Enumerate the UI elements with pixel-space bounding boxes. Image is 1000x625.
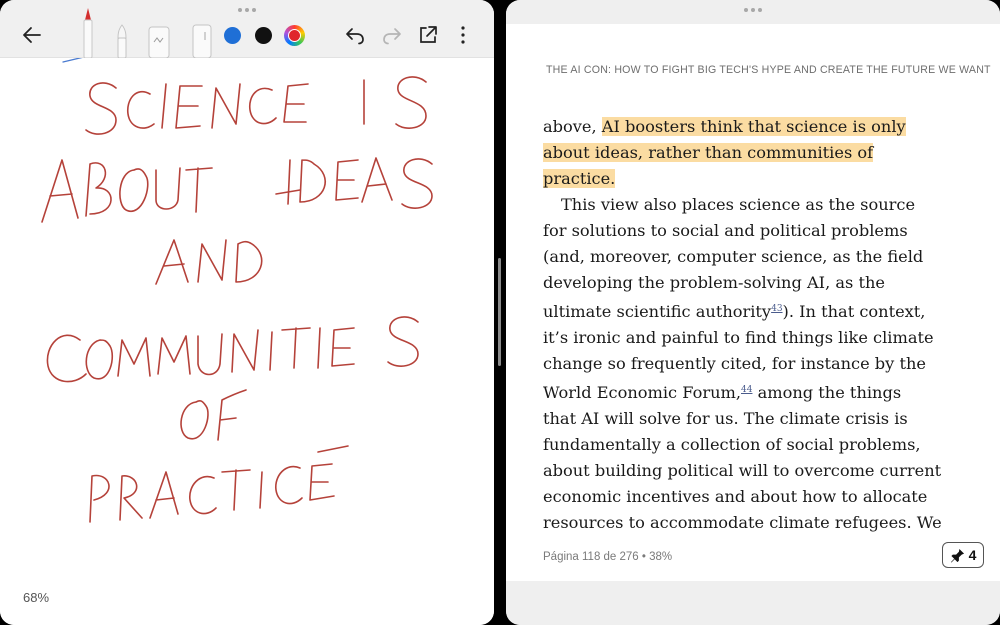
- highlighted-passage[interactable]: practice.: [543, 169, 616, 188]
- highlighted-passage[interactable]: AI boosters think that science is only: [601, 117, 906, 136]
- selected-color-red: [288, 29, 301, 42]
- handwriting-line-5: [180, 389, 247, 441]
- share-icon[interactable]: [413, 20, 443, 50]
- text-line: resources to accommodate climate refugee…: [543, 513, 942, 532]
- color-black-swatch[interactable]: [255, 27, 272, 44]
- handwriting-line-3: [155, 239, 263, 285]
- text-line: ultimate scientific authority43). In tha…: [543, 302, 926, 321]
- notes-toolbar: [0, 0, 494, 59]
- text-line: it’s ironic and painful to find things l…: [543, 328, 934, 347]
- footnote-link-44[interactable]: 44: [741, 385, 752, 395]
- footnote-link-43[interactable]: 43: [771, 304, 782, 314]
- text-line: about ideas, rather than communities of: [543, 140, 983, 166]
- zoom-level: 68%: [23, 590, 50, 605]
- handwriting-line-1: [85, 76, 427, 135]
- pinned-notes-button[interactable]: 4: [942, 542, 984, 568]
- book-title: THE AI CON: HOW TO FIGHT BIG TECH'S HYPE…: [546, 64, 991, 76]
- text-line: developing the problem-solving AI, as th…: [543, 273, 885, 292]
- text-line: for solutions to social and political pr…: [543, 221, 908, 240]
- handwriting-line-6: [89, 445, 349, 523]
- drawing-canvas[interactable]: [0, 56, 494, 625]
- pen-tool-red[interactable]: [80, 6, 96, 62]
- undo-icon[interactable]: [340, 20, 370, 50]
- pin-icon: [950, 548, 964, 563]
- reader-footer: [506, 581, 1000, 625]
- text-line: This view also places science as the sou…: [561, 195, 916, 214]
- reader-page[interactable]: THE AI CON: HOW TO FIGHT BIG TECH'S HYPE…: [506, 24, 1000, 581]
- text-line: practice.: [543, 166, 983, 192]
- window-handle[interactable]: [744, 8, 762, 14]
- page-progress: Página 118 de 276 • 38%: [543, 551, 673, 563]
- notes-pane: 68%: [0, 0, 494, 625]
- text-line: that AI will solve for us. The climate c…: [543, 409, 908, 428]
- text-line: fundamentally a collection of social pro…: [543, 435, 921, 454]
- fountain-pen-tool[interactable]: [114, 24, 130, 62]
- redo-icon[interactable]: [377, 20, 407, 50]
- handwritten-note: [41, 56, 433, 523]
- highlighted-passage[interactable]: about ideas, rather than communities of: [543, 143, 874, 162]
- window-handle[interactable]: [238, 8, 256, 14]
- text-line: change so frequently cited, for instance…: [543, 354, 926, 373]
- handwriting-line-4: [46, 316, 419, 383]
- text-line: economic incentives and about how to all…: [543, 487, 928, 506]
- arrow-left-icon[interactable]: [17, 20, 47, 50]
- text-line: above, AI boosters think that science is…: [543, 117, 906, 136]
- split-view-divider[interactable]: [498, 258, 501, 366]
- reader-window-header: [506, 0, 1000, 24]
- reader-pane: THE AI CON: HOW TO FIGHT BIG TECH'S HYPE…: [506, 0, 1000, 625]
- handwriting-line-2: [41, 157, 433, 223]
- color-picker-button[interactable]: [284, 25, 305, 46]
- text-line: (and, moreover, computer science, as the…: [543, 247, 924, 266]
- pin-count: 4: [968, 547, 977, 563]
- book-text[interactable]: above, AI boosters think that science is…: [543, 114, 983, 536]
- eraser-tool[interactable]: [192, 24, 212, 62]
- color-blue-swatch[interactable]: [224, 27, 241, 44]
- marker-tool[interactable]: [148, 26, 170, 62]
- text-line: about building political will to overcom…: [543, 461, 942, 480]
- more-vertical-icon[interactable]: [448, 20, 478, 50]
- text-line: World Economic Forum,44 among the things: [543, 383, 902, 402]
